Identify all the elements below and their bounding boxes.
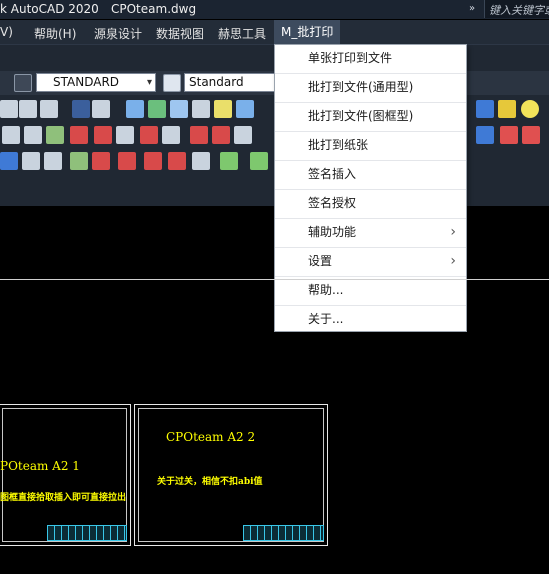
array-icon[interactable] <box>192 152 210 170</box>
menu-view[interactable]: V) <box>0 25 13 39</box>
chevron-down-icon: ▾ <box>146 77 152 88</box>
layer-match-icon[interactable] <box>236 100 254 118</box>
mail-icon[interactable] <box>250 152 268 170</box>
menu-item-help[interactable]: 帮助... <box>275 277 466 306</box>
table-style-icon[interactable] <box>163 74 181 92</box>
table-icon[interactable] <box>0 152 18 170</box>
menu-bar: V) 帮助(H) 源泉设计 数据视图 赫思工具 M_批打印 <box>0 20 549 45</box>
insert-icon[interactable] <box>70 126 88 144</box>
menu-item-batch-to-file-generic[interactable]: 批打到文件(通用型) <box>275 74 466 103</box>
menu-hesi-tools[interactable]: 赫思工具 <box>218 25 266 42</box>
parallelogram-icon[interactable] <box>522 126 540 144</box>
drawing-line <box>0 279 549 280</box>
menu-item-label: 批打到文件(图框型) <box>308 109 414 123</box>
menu-data-view[interactable]: 数据视图 <box>156 25 204 42</box>
dim-style-icon[interactable] <box>14 74 32 92</box>
menu-item-batch-to-file-frame[interactable]: 批打到文件(图框型) <box>275 103 466 132</box>
menu-item-label: 设置 <box>308 254 333 268</box>
title-bar: k AutoCAD 2020 CPOteam.dwg » 键入关键字或 <box>0 0 549 19</box>
text-style-value: STANDARD <box>53 75 120 89</box>
menu-item-label: 批打到文件(通用型) <box>308 80 414 94</box>
menu-item-label: 单张打印到文件 <box>308 51 393 65</box>
lock-icon[interactable] <box>72 100 90 118</box>
drawing-frame-1-inner <box>2 408 127 542</box>
search-placeholder: 键入关键字或 <box>489 4 549 17</box>
sun-icon[interactable] <box>498 100 516 118</box>
menu-help[interactable]: 帮助(H) <box>34 25 76 42</box>
batch-print-menu: 单张打印到文件 批打到文件(通用型) 批打到文件(图框型) 批打到纸张 签名插入… <box>274 44 467 332</box>
menu-item-label: 签名授权 <box>308 196 357 210</box>
angle-icon[interactable] <box>24 126 42 144</box>
sheet-icon[interactable] <box>22 152 40 170</box>
export-icon[interactable] <box>92 152 110 170</box>
sheet2-title: CPOteam A2 2 <box>166 430 256 444</box>
menu-item-label: 辅助功能 <box>308 225 357 239</box>
settings-icon[interactable] <box>476 100 494 118</box>
text-style-select[interactable]: STANDARD ▾ <box>36 73 156 92</box>
menu-item-auxiliary[interactable]: 辅助功能 › <box>275 219 466 248</box>
menu-item-label: 签名插入 <box>308 167 357 181</box>
chevron-right-icon: › <box>450 224 456 240</box>
menu-item-label: 关于... <box>308 312 344 326</box>
menu-item-settings[interactable]: 设置 › <box>275 248 466 277</box>
mirror-icon[interactable] <box>168 152 186 170</box>
title-block-2 <box>243 525 324 541</box>
menu-item-about[interactable]: 关于... <box>275 306 466 335</box>
menu-item-signature-authorize[interactable]: 签名授权 <box>275 190 466 219</box>
menu-item-batch-to-paper[interactable]: 批打到纸张 <box>275 132 466 161</box>
dim-style-value: Standard <box>189 75 244 89</box>
app-title: k AutoCAD 2020 <box>0 2 99 16</box>
layer-lock-icon[interactable] <box>214 100 232 118</box>
ab-icon[interactable] <box>19 100 37 118</box>
trim-icon[interactable] <box>212 126 230 144</box>
menu-yuanquan[interactable]: 源泉设计 <box>94 25 142 42</box>
gear-icon[interactable] <box>0 100 18 118</box>
menu-batch-print[interactable]: M_批打印 <box>274 20 341 44</box>
sheet2-note: 关于过关，相信不扣abi值 <box>157 477 263 487</box>
measure-icon[interactable] <box>162 126 180 144</box>
layer-on-icon[interactable] <box>148 100 166 118</box>
step-icon[interactable] <box>116 126 134 144</box>
shape-icon[interactable] <box>500 126 518 144</box>
chart-icon[interactable] <box>46 126 64 144</box>
search-input[interactable]: 键入关键字或 <box>484 0 549 18</box>
circle-icon[interactable] <box>521 100 539 118</box>
drawing-frame-1[interactable] <box>0 404 131 546</box>
t-text-icon[interactable] <box>2 126 20 144</box>
rotate-icon[interactable] <box>234 126 252 144</box>
text-icon[interactable] <box>40 100 58 118</box>
stretch-icon[interactable] <box>94 126 112 144</box>
move-icon[interactable] <box>144 152 162 170</box>
menu-item-single-print-to-file[interactable]: 单张打印到文件 <box>275 45 466 74</box>
copy-icon[interactable] <box>118 152 136 170</box>
image-icon[interactable] <box>70 152 88 170</box>
grid-icon[interactable] <box>476 126 494 144</box>
file-name: CPOteam.dwg <box>111 2 197 16</box>
kof-icon[interactable] <box>92 100 110 118</box>
help-icon[interactable] <box>220 152 238 170</box>
menu-item-signature-insert[interactable]: 签名插入 <box>275 161 466 190</box>
menu-item-label: 帮助... <box>308 283 344 297</box>
layer-freeze-icon[interactable] <box>192 100 210 118</box>
chevron-right-icon[interactable]: » <box>469 3 475 14</box>
title-block-1 <box>47 525 127 541</box>
sheet1-note: 图框直接拾取插入即可直接拉出 <box>0 493 127 503</box>
sheet1-title: POteam A2 1 <box>0 459 80 473</box>
block-icon[interactable] <box>140 126 158 144</box>
layer-icon[interactable] <box>126 100 144 118</box>
layer-off-icon[interactable] <box>170 100 188 118</box>
chevron-right-icon: › <box>450 253 456 269</box>
menu-item-label: 批打到纸张 <box>308 138 369 152</box>
dim-style-select[interactable]: Standard <box>184 73 276 92</box>
edit-icon[interactable] <box>44 152 62 170</box>
break-icon[interactable] <box>190 126 208 144</box>
